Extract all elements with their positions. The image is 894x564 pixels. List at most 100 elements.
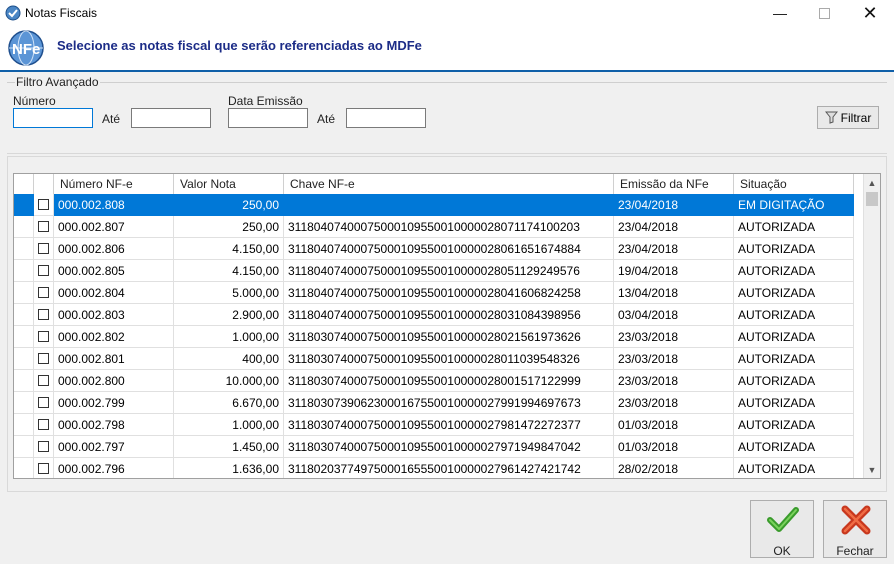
row-indicator[interactable] [14, 194, 34, 216]
cell-chave[interactable]: 3118030740007500010955001000002798147227… [284, 414, 614, 436]
cell-situacao[interactable]: AUTORIZADA [734, 282, 854, 304]
row-indicator[interactable] [14, 282, 34, 304]
cell-numero[interactable]: 000.002.802 [54, 326, 174, 348]
cell-chave[interactable]: 3118040740007500010955001000002803108439… [284, 304, 614, 326]
cell-situacao[interactable]: AUTORIZADA [734, 238, 854, 260]
cell-valor[interactable]: 250,00 [174, 194, 284, 216]
cell-situacao[interactable]: AUTORIZADA [734, 370, 854, 392]
header-situacao[interactable]: Situação [734, 174, 854, 194]
table-row[interactable]: 000.002.801 400,00 31180307400075000109550… [14, 348, 854, 370]
row-checkbox[interactable] [38, 397, 49, 408]
row-checkbox[interactable] [38, 243, 49, 254]
table-row[interactable]: 000.002.798 1.000,00 311803074000750001095… [14, 414, 854, 436]
cell-chave[interactable]: 3118040740007500010955001000002806165167… [284, 238, 614, 260]
scroll-down-icon[interactable]: ▼ [864, 461, 880, 478]
cell-chave[interactable]: 3118030740007500010955001000002801103954… [284, 348, 614, 370]
cell-chave[interactable]: 3118040740007500010955001000002804160682… [284, 282, 614, 304]
cell-chave[interactable] [284, 194, 614, 216]
fechar-button[interactable]: Fechar [823, 500, 887, 558]
cell-valor[interactable]: 400,00 [174, 348, 284, 370]
row-checkbox[interactable] [38, 463, 49, 474]
table-row[interactable]: 000.002.808 250,00 23/04/2018 EM DIGITAÇÃO [14, 194, 854, 216]
cell-situacao[interactable]: AUTORIZADA [734, 216, 854, 238]
cell-valor[interactable]: 250,00 [174, 216, 284, 238]
cell-emissao[interactable]: 01/03/2018 [614, 436, 734, 458]
cell-numero[interactable]: 000.002.808 [54, 194, 174, 216]
close-icon[interactable]: ✕ [847, 0, 893, 26]
row-indicator[interactable] [14, 238, 34, 260]
row-indicator[interactable] [14, 414, 34, 436]
cell-emissao[interactable]: 23/04/2018 [614, 238, 734, 260]
row-checkbox[interactable] [38, 199, 49, 210]
cell-numero[interactable]: 000.002.801 [54, 348, 174, 370]
table-row[interactable]: 000.002.803 2.900,00 311804074000750001095… [14, 304, 854, 326]
cell-emissao[interactable]: 23/04/2018 [614, 216, 734, 238]
cell-numero[interactable]: 000.002.799 [54, 392, 174, 414]
cell-situacao[interactable]: AUTORIZADA [734, 304, 854, 326]
data-ate-input[interactable] [346, 108, 426, 128]
cell-emissao[interactable]: 23/03/2018 [614, 370, 734, 392]
table-row[interactable]: 000.002.807 250,00 31180407400075000109550… [14, 216, 854, 238]
cell-numero[interactable]: 000.002.800 [54, 370, 174, 392]
table-row[interactable]: 000.002.799 6.670,00 311803073906230001675… [14, 392, 854, 414]
cell-emissao[interactable]: 01/03/2018 [614, 414, 734, 436]
cell-valor[interactable]: 2.900,00 [174, 304, 284, 326]
cell-numero[interactable]: 000.002.797 [54, 436, 174, 458]
cell-valor[interactable]: 1.000,00 [174, 326, 284, 348]
row-indicator[interactable] [14, 348, 34, 370]
vertical-scrollbar[interactable]: ▲ ▼ [863, 174, 880, 478]
cell-numero[interactable]: 000.002.806 [54, 238, 174, 260]
cell-emissao[interactable]: 13/04/2018 [614, 282, 734, 304]
cell-emissao[interactable]: 23/04/2018 [614, 194, 734, 216]
cell-emissao[interactable]: 28/02/2018 [614, 458, 734, 478]
scroll-thumb[interactable] [866, 192, 878, 206]
cell-valor[interactable]: 10.000,00 [174, 370, 284, 392]
cell-situacao[interactable]: AUTORIZADA [734, 458, 854, 478]
row-indicator[interactable] [14, 392, 34, 414]
data-emissao-input[interactable] [228, 108, 308, 128]
cell-situacao[interactable]: AUTORIZADA [734, 436, 854, 458]
cell-situacao[interactable]: AUTORIZADA [734, 348, 854, 370]
minimize-icon[interactable]: — [757, 0, 803, 26]
cell-valor[interactable]: 1.000,00 [174, 414, 284, 436]
cell-valor[interactable]: 1.636,00 [174, 458, 284, 478]
cell-numero[interactable]: 000.002.805 [54, 260, 174, 282]
header-numero[interactable]: Número NF-e [54, 174, 174, 194]
cell-chave[interactable]: 3118020377497500016555001000002796142742… [284, 458, 614, 478]
cell-situacao[interactable]: EM DIGITAÇÃO [734, 194, 854, 216]
cell-valor[interactable]: 1.450,00 [174, 436, 284, 458]
cell-chave[interactable]: 3118030740007500010955001000002802156197… [284, 326, 614, 348]
cell-numero[interactable]: 000.002.804 [54, 282, 174, 304]
row-checkbox[interactable] [38, 309, 49, 320]
table-row[interactable]: 000.002.796 1.636,00 311802037749750001655… [14, 458, 854, 478]
scroll-up-icon[interactable]: ▲ [864, 174, 880, 191]
cell-numero[interactable]: 000.002.796 [54, 458, 174, 478]
cell-numero[interactable]: 000.002.807 [54, 216, 174, 238]
header-chave[interactable]: Chave NF-e [284, 174, 614, 194]
row-checkbox[interactable] [38, 331, 49, 342]
row-checkbox[interactable] [38, 265, 49, 276]
cell-valor[interactable]: 4.150,00 [174, 238, 284, 260]
row-checkbox[interactable] [38, 221, 49, 232]
header-valor[interactable]: Valor Nota [174, 174, 284, 194]
cell-chave[interactable]: 3118040740007500010955001000002807117410… [284, 216, 614, 238]
row-checkbox[interactable] [38, 419, 49, 430]
table-row[interactable]: 000.002.806 4.150,00 311804074000750001095… [14, 238, 854, 260]
table-row[interactable]: 000.002.802 1.000,00 311803074000750001095… [14, 326, 854, 348]
row-checkbox[interactable] [38, 375, 49, 386]
cell-chave[interactable]: 3118030739062300016755001000002799199469… [284, 392, 614, 414]
cell-emissao[interactable]: 23/03/2018 [614, 326, 734, 348]
cell-situacao[interactable]: AUTORIZADA [734, 414, 854, 436]
row-indicator[interactable] [14, 326, 34, 348]
cell-situacao[interactable]: AUTORIZADA [734, 392, 854, 414]
row-indicator[interactable] [14, 216, 34, 238]
cell-emissao[interactable]: 19/04/2018 [614, 260, 734, 282]
cell-emissao[interactable]: 23/03/2018 [614, 348, 734, 370]
cell-valor[interactable]: 5.000,00 [174, 282, 284, 304]
table-row[interactable]: 000.002.804 5.000,00 311804074000750001095… [14, 282, 854, 304]
row-indicator[interactable] [14, 458, 34, 478]
row-indicator[interactable] [14, 260, 34, 282]
cell-chave[interactable]: 3118040740007500010955001000002805112924… [284, 260, 614, 282]
maximize-icon[interactable] [801, 0, 847, 26]
cell-valor[interactable]: 6.670,00 [174, 392, 284, 414]
